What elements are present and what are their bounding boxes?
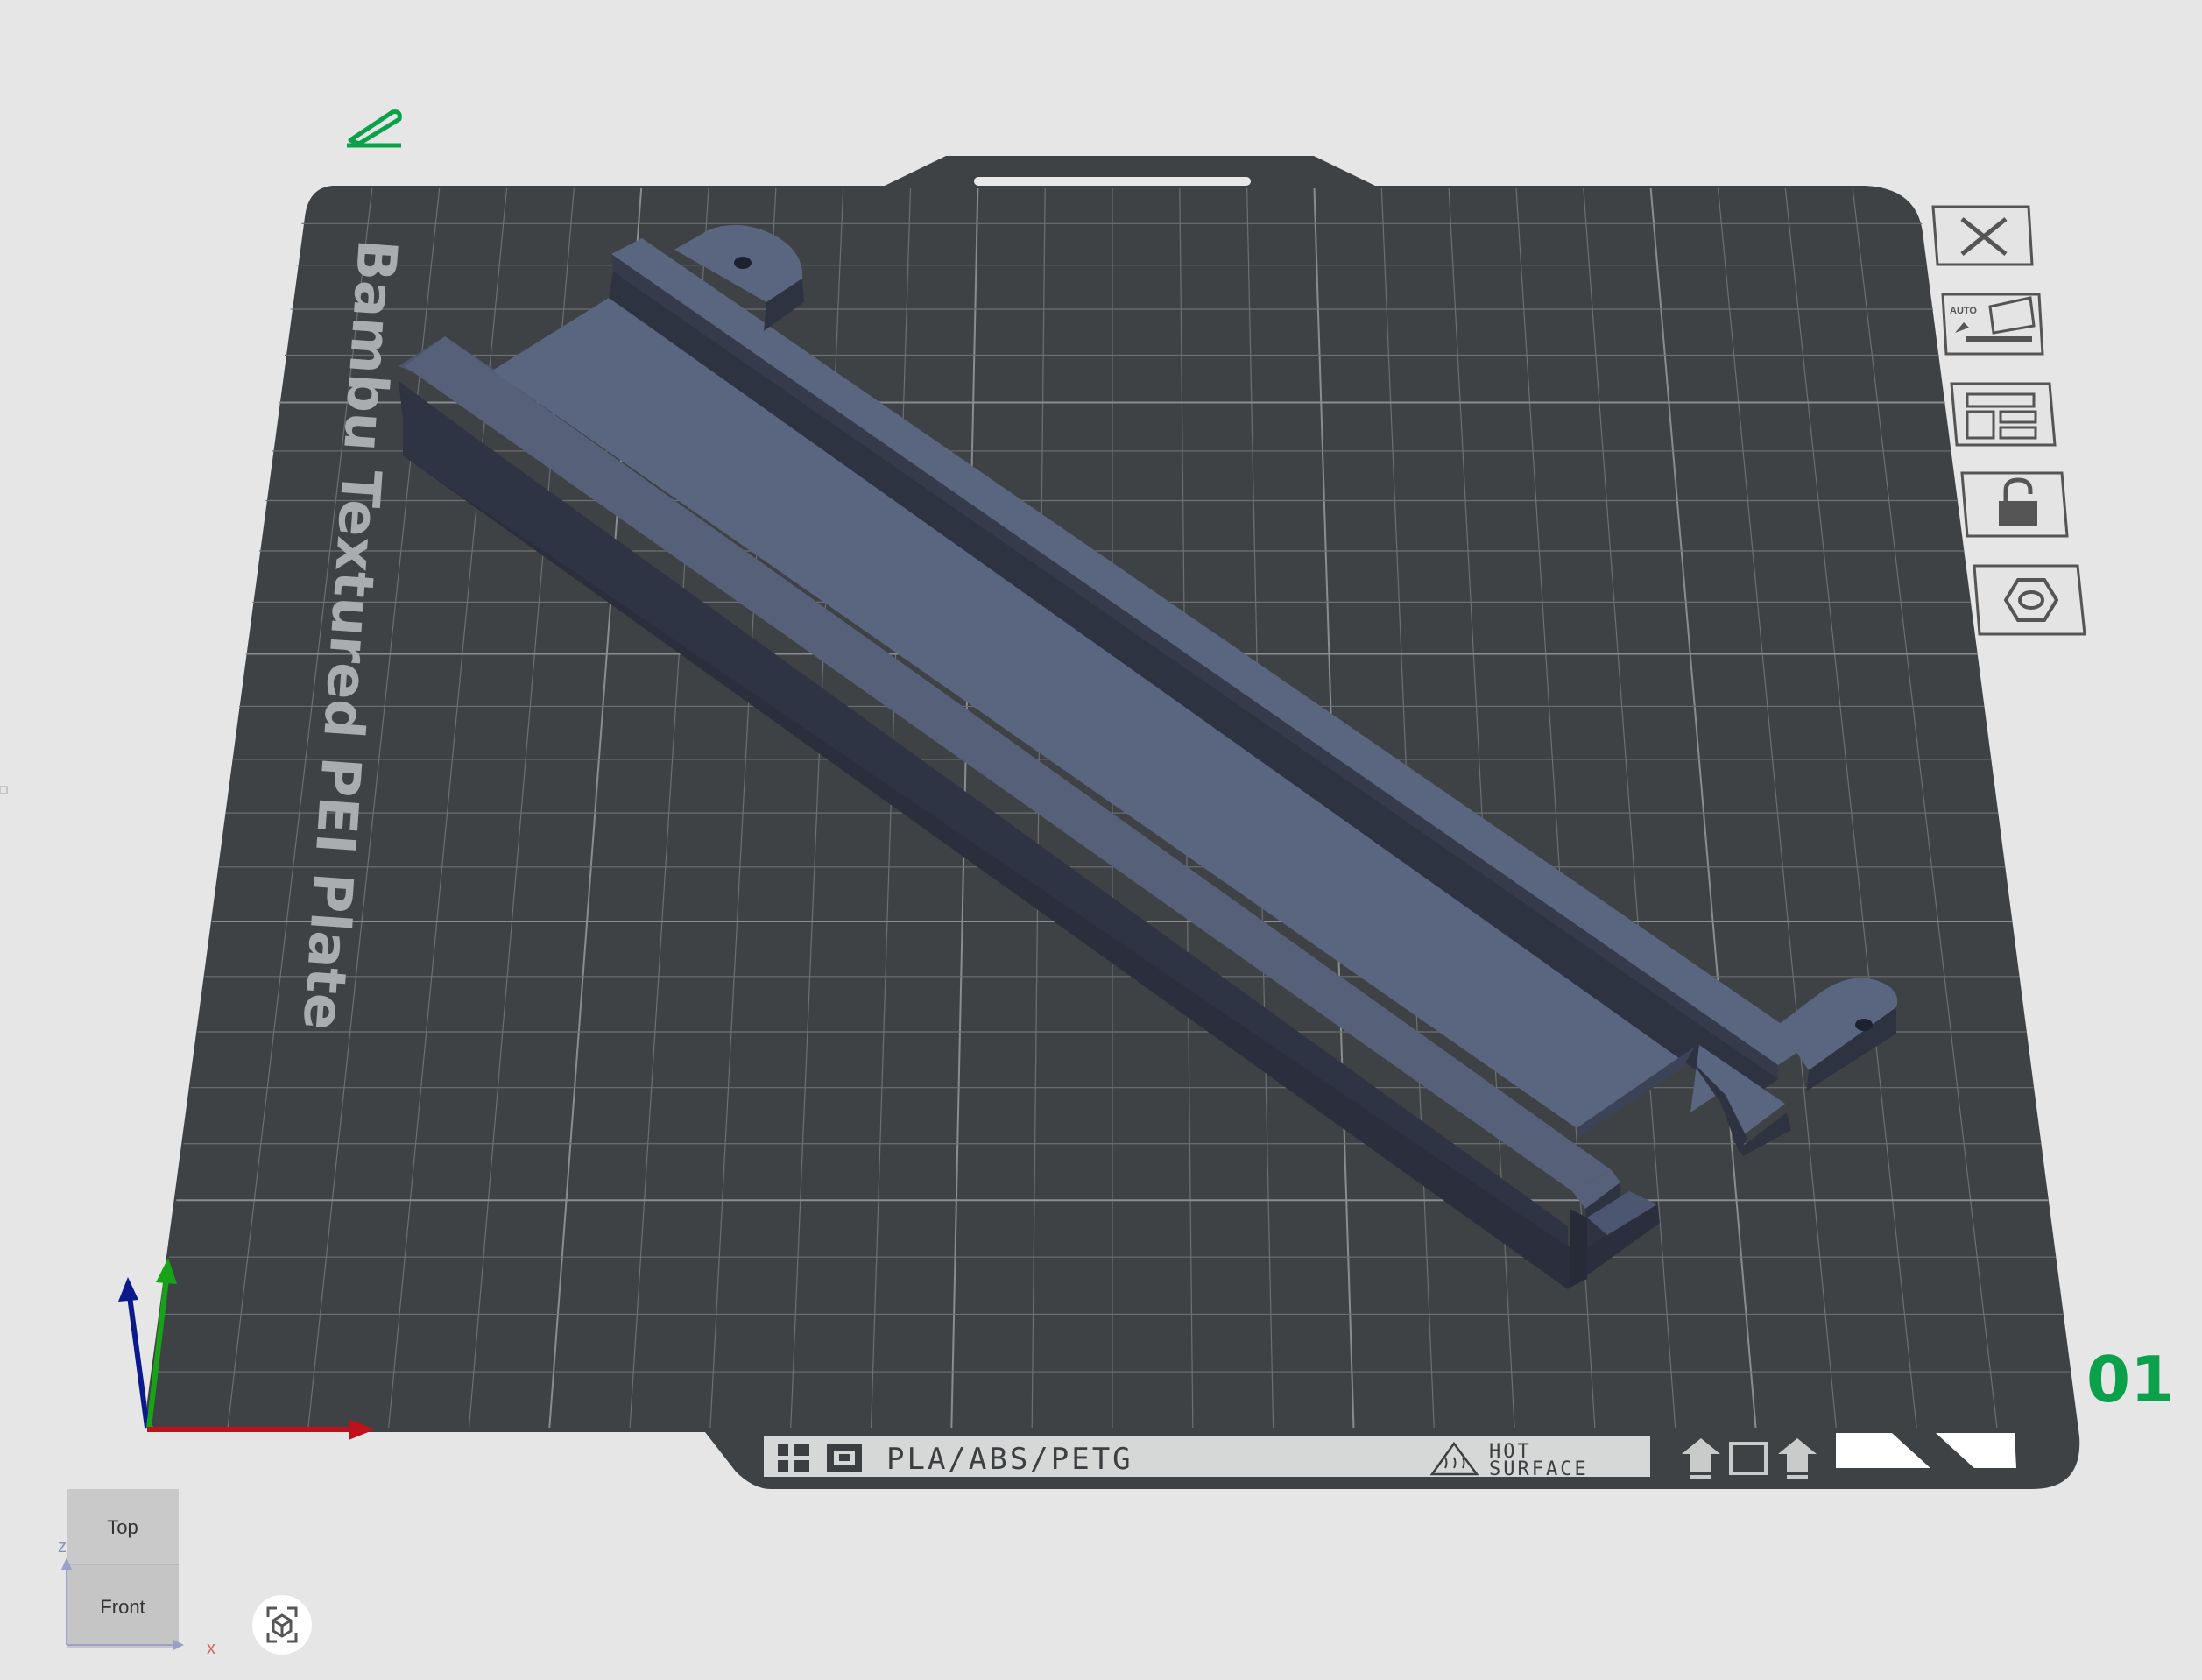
hot-surface-line2: SURFACE: [1489, 1458, 1589, 1480]
view-cube-x-label: x: [207, 1639, 215, 1658]
left-edge-marker: [0, 786, 8, 794]
plate-settings-button[interactable]: [1973, 564, 2086, 636]
view-cube-front-label: Front: [100, 1596, 145, 1618]
mounting-hole: [1855, 1019, 1873, 1031]
close-plate-button[interactable]: [1931, 205, 2034, 266]
camera-view-button[interactable]: [252, 1595, 312, 1655]
lock-plate-button[interactable]: [1960, 471, 2069, 538]
edit-plate-name-icon[interactable]: [347, 109, 402, 148]
auto-orient-button[interactable]: AUTO: [1941, 293, 2044, 356]
material-label: PLA/ABS/PETG: [886, 1442, 1133, 1477]
arrange-button[interactable]: [1950, 382, 2057, 447]
view-cube-top-label: Top: [107, 1516, 138, 1538]
view-cube[interactable]: Top Front x z: [58, 1489, 215, 1658]
plate-handle-slot: [974, 177, 1251, 186]
plate-label-strip: PLA/ABS/PETG HOT SURFACE: [764, 1436, 1650, 1480]
mounting-hole: [734, 257, 752, 269]
plate-corner-notch: [1836, 1433, 2016, 1470]
svg-text:AUTO: AUTO: [1950, 306, 1977, 316]
view-cube-z-label: z: [58, 1537, 67, 1556]
plate-number: 01: [2086, 1343, 2174, 1416]
3d-viewport[interactable]: Bambu Textured PEI Plate PLA/ABS/PETG HO…: [0, 0, 2202, 1680]
